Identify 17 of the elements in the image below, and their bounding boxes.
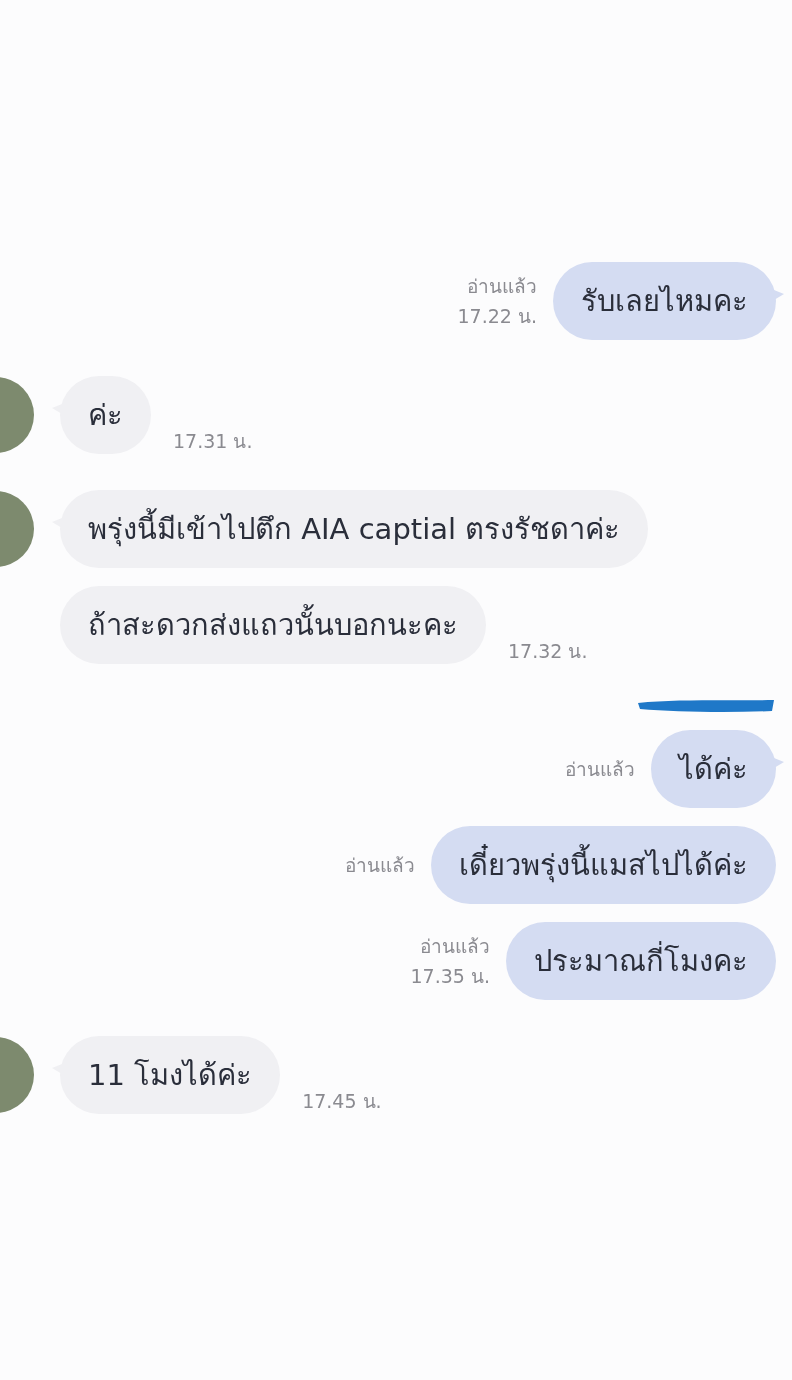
- message-bubble: ประมาณกี่โมงคะ: [506, 922, 776, 1000]
- message-time: 17.31 น.: [173, 429, 253, 454]
- message-bubble: ได้ค่ะ: [651, 730, 776, 808]
- message-time: 17.45 น.: [302, 1089, 382, 1114]
- message-time: 17.35 น.: [410, 964, 490, 989]
- message-bubble: 11 โมงได้ค่ะ: [60, 1036, 281, 1114]
- read-receipt: อ่านแล้ว: [420, 934, 490, 959]
- message-bubble: ค่ะ: [60, 376, 151, 454]
- read-receipt: อ่านแล้ว: [565, 757, 635, 782]
- message-bubble: พรุ่งนี้มีเข้าไปตึก AIA captial ตรงรัชดาค่ะ: [60, 490, 649, 568]
- message-bubble: เดี๋ยวพรุ่งนี้แมสไปได้ค่ะ: [431, 826, 776, 904]
- message-time: 17.22 น.: [457, 304, 537, 329]
- message-bubble: รับเลยไหมคะ: [553, 262, 776, 340]
- read-receipt: อ่านแล้ว: [467, 274, 537, 299]
- message-time: 17.32 น.: [508, 639, 588, 664]
- message-bubble: ถ้าสะดวกส่งแถวนั้นบอกนะคะ: [60, 586, 486, 664]
- read-receipt: อ่านแล้ว: [345, 853, 415, 878]
